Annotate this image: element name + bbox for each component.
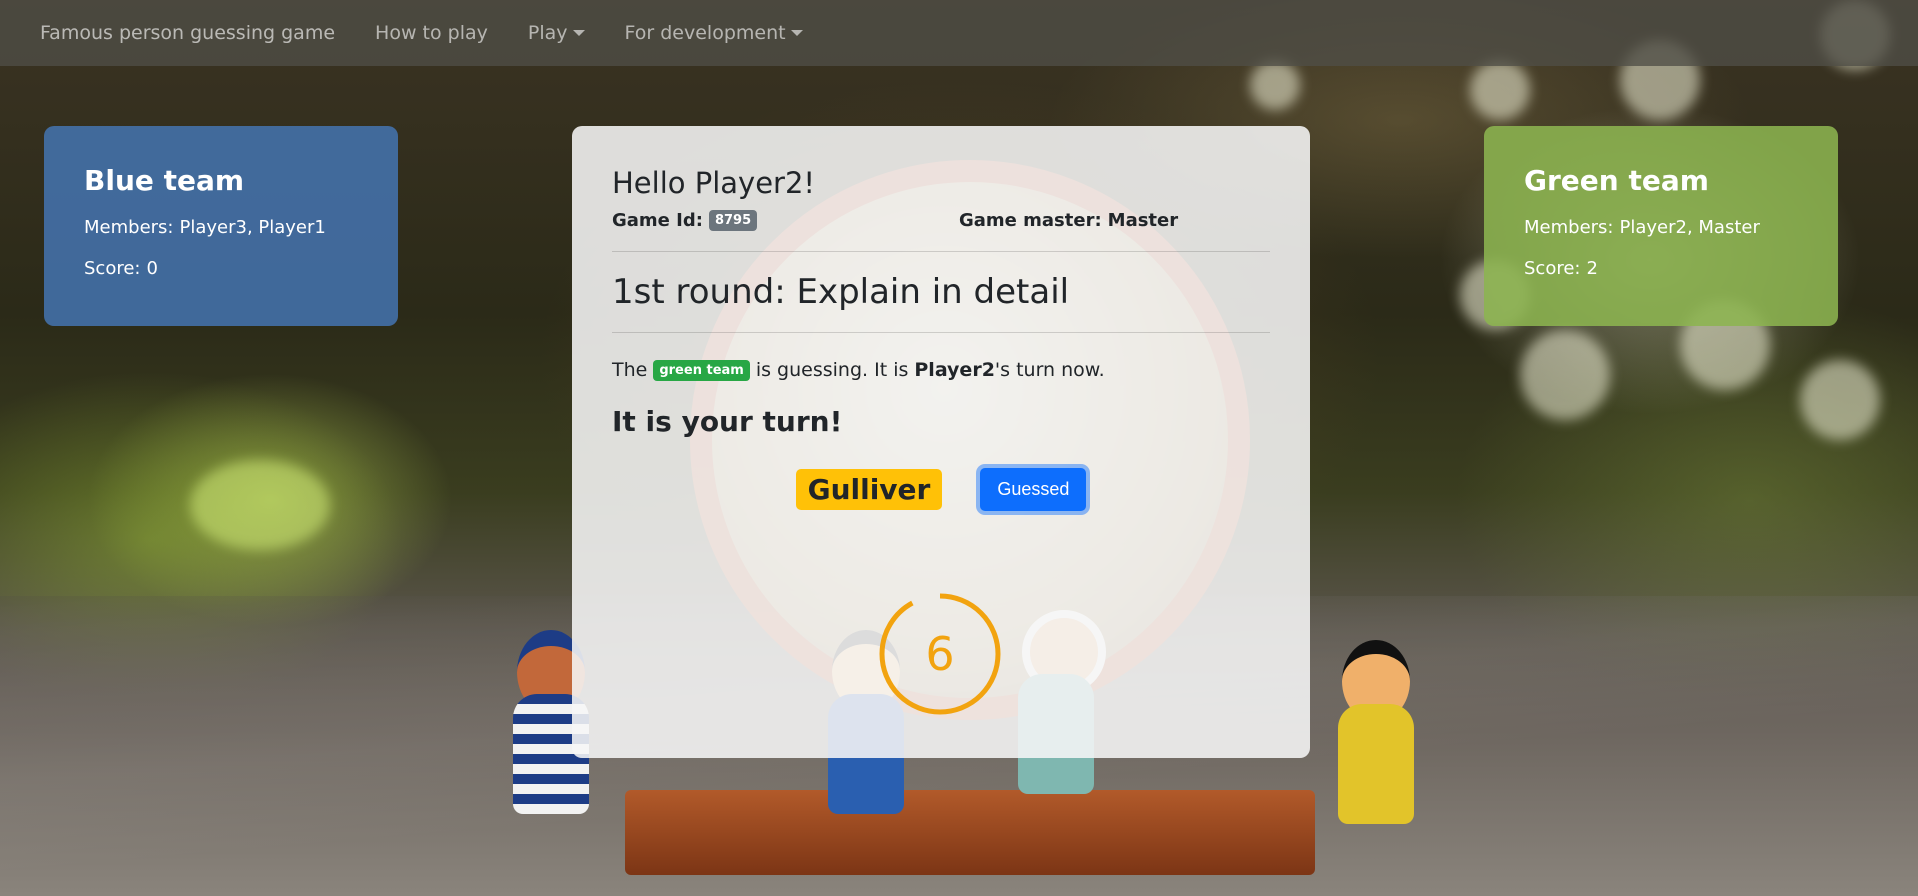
members-label: Members: xyxy=(84,217,174,238)
nav-play-dropdown[interactable]: Play xyxy=(528,22,585,44)
top-navbar: Famous person guessing game How to play … xyxy=(0,0,1918,66)
greeting-heading: Hello Player2! xyxy=(612,166,816,200)
divider xyxy=(612,251,1270,252)
bokeh-light xyxy=(1520,330,1610,420)
blue-team-title: Blue team xyxy=(84,164,245,197)
green-team-score: Score: 2 xyxy=(1524,258,1798,279)
score-value: 0 xyxy=(146,258,158,279)
game-card: Hello Player2! Game Id: 8795 Game master… xyxy=(572,126,1310,758)
bokeh-light xyxy=(1470,60,1530,120)
your-turn-heading: It is your turn! xyxy=(612,405,843,438)
game-meta-row: Game Id: 8795 Game master: Master xyxy=(612,210,1270,231)
game-id-badge: 8795 xyxy=(708,210,758,231)
game-master-info: Game master: Master xyxy=(959,210,1178,231)
nav-play-label: Play xyxy=(527,22,568,44)
chevron-down-icon xyxy=(572,30,585,36)
blue-team-card: Blue team Members: Player3, Player1 Scor… xyxy=(44,126,398,326)
green-team-card: Green team Members: Player2, Master Scor… xyxy=(1484,126,1838,326)
turn-status: The green team is guessing. It is Player… xyxy=(612,359,1270,381)
green-team-title: Green team xyxy=(1524,164,1709,197)
status-suffix: 's turn now. xyxy=(994,359,1105,381)
current-player-wrapper: Player2's turn now. xyxy=(914,359,1104,381)
word-action-row: Gulliver Guessed xyxy=(612,468,1270,511)
word-to-explain-badge: Gulliver xyxy=(795,469,943,510)
divider xyxy=(612,332,1270,333)
wooden-base xyxy=(625,790,1315,875)
score-label: Score: xyxy=(1524,258,1581,279)
game-id-label: Game Id: xyxy=(612,210,703,231)
members-value: Player2, Master xyxy=(1619,217,1760,238)
bokeh-light xyxy=(190,460,330,550)
round-title: 1st round: Explain in detail xyxy=(612,272,1070,312)
score-value: 2 xyxy=(1586,258,1598,279)
status-prefix: The xyxy=(612,359,648,381)
status-middle: is guessing. It is xyxy=(755,359,909,381)
countdown-timer: 6 xyxy=(878,592,1002,716)
chevron-down-icon xyxy=(790,30,803,36)
score-label: Score: xyxy=(84,258,141,279)
blue-team-score: Score: 0 xyxy=(84,258,358,279)
members-label: Members: xyxy=(1524,217,1614,238)
game-id-info: Game Id: 8795 xyxy=(612,210,959,231)
bokeh-light xyxy=(1250,60,1300,110)
bokeh-light xyxy=(1800,360,1880,440)
current-player-name: Player2 xyxy=(914,359,995,381)
timer-value: 6 xyxy=(925,627,955,681)
game-master-label: Game master: xyxy=(959,210,1102,231)
blue-team-members: Members: Player3, Player1 xyxy=(84,217,358,238)
navbar-brand-link[interactable]: Famous person guessing game xyxy=(40,22,335,44)
members-value: Player3, Player1 xyxy=(179,217,326,238)
nav-for-development-label: For development xyxy=(624,22,786,44)
nav-how-to-play-link[interactable]: How to play xyxy=(375,22,488,44)
game-master-value: Master xyxy=(1107,210,1179,231)
guessed-button[interactable]: Guessed xyxy=(980,468,1087,511)
nav-for-development-dropdown[interactable]: For development xyxy=(625,22,803,44)
guessing-team-badge: green team xyxy=(653,359,750,381)
green-team-members: Members: Player2, Master xyxy=(1524,217,1798,238)
